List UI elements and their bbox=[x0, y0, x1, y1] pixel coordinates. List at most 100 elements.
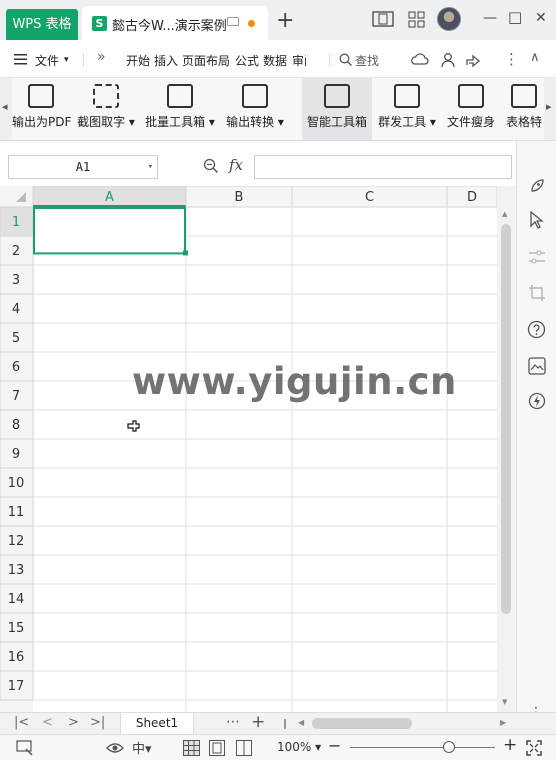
spreadsheet-grid[interactable]: A B C D 1 2 3 4 5 6 7 8 9 10 11 12 13 14 15 16 17 bbox=[0, 186, 497, 712]
prev-sheet-icon[interactable]: < bbox=[42, 715, 53, 730]
sheet-tab-bar: |< < > >| Sheet1 ⋯ + ◀ ▶ bbox=[0, 712, 556, 734]
app-tab[interactable]: WPS 表格 bbox=[6, 9, 78, 40]
share-icon[interactable] bbox=[465, 52, 481, 68]
search-label[interactable]: 查找 bbox=[355, 52, 379, 69]
hscroll-left-icon[interactable]: ◀ bbox=[298, 718, 304, 727]
window-layout-icon[interactable] bbox=[372, 11, 394, 27]
selected-cell-a1[interactable] bbox=[33, 207, 186, 255]
eye-protection-icon[interactable] bbox=[106, 741, 124, 755]
page-layout-view-icon[interactable] bbox=[209, 740, 225, 756]
zoom-out-button[interactable]: − bbox=[328, 736, 341, 755]
ribbon-scroll-left[interactable]: ◂ bbox=[0, 78, 12, 140]
file-slim-button[interactable]: 文件瘦身 bbox=[444, 78, 498, 140]
vertical-scroll-thumb[interactable] bbox=[501, 224, 511, 614]
export-convert-button[interactable]: 输出转换 ▾ bbox=[222, 78, 288, 140]
next-sheet-icon[interactable]: > bbox=[68, 715, 79, 730]
column-label: C bbox=[365, 190, 374, 205]
lightning-icon[interactable] bbox=[528, 392, 546, 410]
mass-send-button[interactable]: 群发工具 ▾ bbox=[376, 78, 438, 140]
row-label: 9 bbox=[12, 447, 20, 462]
zoom-formula-icon[interactable] bbox=[203, 158, 219, 174]
add-sheet-button[interactable]: + bbox=[251, 712, 265, 732]
file-menu[interactable]: 文件 bbox=[35, 52, 59, 69]
tab-page-layout[interactable]: 页面布局 bbox=[182, 52, 230, 69]
sheet-tab-sheet1[interactable]: Sheet1 bbox=[120, 713, 194, 734]
file-menu-chevron-icon[interactable]: ▾ bbox=[64, 55, 69, 65]
close-button[interactable]: ✕ bbox=[535, 10, 547, 26]
formula-input[interactable] bbox=[254, 155, 512, 179]
screenshot-ocr-button[interactable]: 截图取字 ▾ bbox=[74, 78, 138, 140]
search-icon[interactable] bbox=[339, 53, 352, 66]
last-sheet-icon[interactable]: >| bbox=[90, 715, 105, 730]
user-avatar[interactable] bbox=[437, 7, 461, 31]
unsaved-dot-icon bbox=[248, 20, 255, 27]
more-tabs-button[interactable]: » bbox=[97, 49, 106, 65]
adjust-sliders-icon[interactable] bbox=[528, 249, 546, 265]
page-break-view-icon[interactable] bbox=[236, 740, 252, 756]
document-tab[interactable]: S 懿古今W...演示案例 bbox=[82, 6, 268, 40]
row-label: 10 bbox=[8, 476, 25, 491]
fullscreen-icon[interactable] bbox=[526, 740, 542, 756]
name-box[interactable]: A1 ▾ bbox=[8, 155, 158, 179]
scroll-down-icon[interactable]: ▼ bbox=[502, 698, 507, 706]
zoom-level-dropdown[interactable]: 100% ▾ bbox=[277, 740, 321, 754]
column-label: D bbox=[467, 190, 477, 205]
row-label: 11 bbox=[8, 505, 25, 520]
split-handle[interactable] bbox=[284, 719, 286, 729]
scroll-up-icon[interactable]: ▲ bbox=[502, 210, 507, 218]
zoom-slider-track[interactable] bbox=[350, 747, 495, 748]
spreadsheet-icon: S bbox=[92, 16, 107, 31]
zoom-in-button[interactable]: + bbox=[503, 735, 517, 755]
row-label: 13 bbox=[8, 563, 25, 578]
table-special-button[interactable]: 表格特 bbox=[504, 78, 544, 140]
ribbon-scroll-right[interactable]: ▸ bbox=[544, 78, 556, 140]
help-icon[interactable] bbox=[527, 320, 546, 339]
batch-toolbox-button[interactable]: 批量工具箱 ▾ bbox=[142, 78, 218, 140]
minimize-button[interactable]: — bbox=[483, 10, 497, 26]
vertical-scrollbar[interactable]: ▲ ▼ bbox=[497, 186, 516, 712]
export-pdf-button[interactable]: 输出为PDF bbox=[12, 78, 71, 140]
tab-formula[interactable]: 公式 bbox=[235, 52, 259, 69]
monitor-icon[interactable] bbox=[227, 17, 239, 26]
formula-bar: A1 ▾ fx bbox=[0, 141, 516, 186]
normal-view-icon[interactable] bbox=[183, 740, 200, 756]
title-bar: WPS 表格 S 懿古今W...演示案例 + — □ ✕ bbox=[0, 0, 556, 40]
first-sheet-icon[interactable]: |< bbox=[14, 715, 29, 730]
smart-toolbox-button[interactable]: 智能工具箱 bbox=[302, 78, 372, 140]
input-method-icon[interactable]: 中▾ bbox=[132, 738, 152, 757]
tab-review[interactable]: 审阅 bbox=[292, 52, 306, 69]
zoom-slider-handle[interactable] bbox=[442, 741, 455, 753]
hamburger-menu-icon[interactable] bbox=[14, 54, 27, 65]
new-tab-button[interactable]: + bbox=[276, 8, 294, 33]
collapse-ribbon-button[interactable]: ∧ bbox=[530, 50, 540, 65]
insert-function-button[interactable]: fx bbox=[229, 156, 243, 174]
tab-insert[interactable]: 插入 bbox=[154, 52, 178, 69]
tab-data[interactable]: 数据 bbox=[263, 52, 287, 69]
image-settings-icon[interactable] bbox=[528, 357, 546, 375]
cloud-sync-icon[interactable] bbox=[411, 52, 429, 67]
crop-icon[interactable] bbox=[528, 284, 546, 302]
fill-handle[interactable] bbox=[183, 250, 188, 256]
column-label: A bbox=[105, 190, 114, 205]
hscroll-right-icon[interactable]: ▶ bbox=[500, 718, 506, 727]
maximize-button[interactable]: □ bbox=[508, 8, 522, 26]
overflow-menu-button[interactable]: ⋮ bbox=[504, 50, 519, 68]
tab-start[interactable]: 开始 bbox=[126, 52, 150, 69]
ribbon-toolbar: ◂ 输出为PDF 截图取字 ▾ 批量工具箱 ▾ 输出转换 ▾ 智能工具箱 群发工… bbox=[0, 78, 556, 141]
rocket-icon[interactable] bbox=[528, 177, 546, 195]
status-bar: 中▾ 100% ▾ − + bbox=[0, 734, 556, 760]
macro-status-icon[interactable] bbox=[16, 740, 34, 756]
cell-reference: A1 bbox=[75, 160, 91, 174]
cursor-icon[interactable] bbox=[529, 211, 545, 229]
convert-icon bbox=[242, 84, 268, 108]
grid-canvas[interactable]: A B C D1234567891011121314151617 bbox=[0, 186, 497, 712]
apps-grid-icon[interactable] bbox=[408, 11, 425, 28]
horizontal-scroll-thumb[interactable] bbox=[312, 718, 412, 729]
row-label: 1 bbox=[12, 215, 20, 230]
row-label: 8 bbox=[12, 418, 20, 433]
sheet-more-button[interactable]: ⋯ bbox=[226, 714, 240, 730]
row-label: 4 bbox=[12, 302, 20, 317]
row-label: 17 bbox=[8, 679, 25, 694]
collaborate-icon[interactable] bbox=[440, 52, 456, 68]
name-box-chevron-icon[interactable]: ▾ bbox=[148, 156, 153, 178]
